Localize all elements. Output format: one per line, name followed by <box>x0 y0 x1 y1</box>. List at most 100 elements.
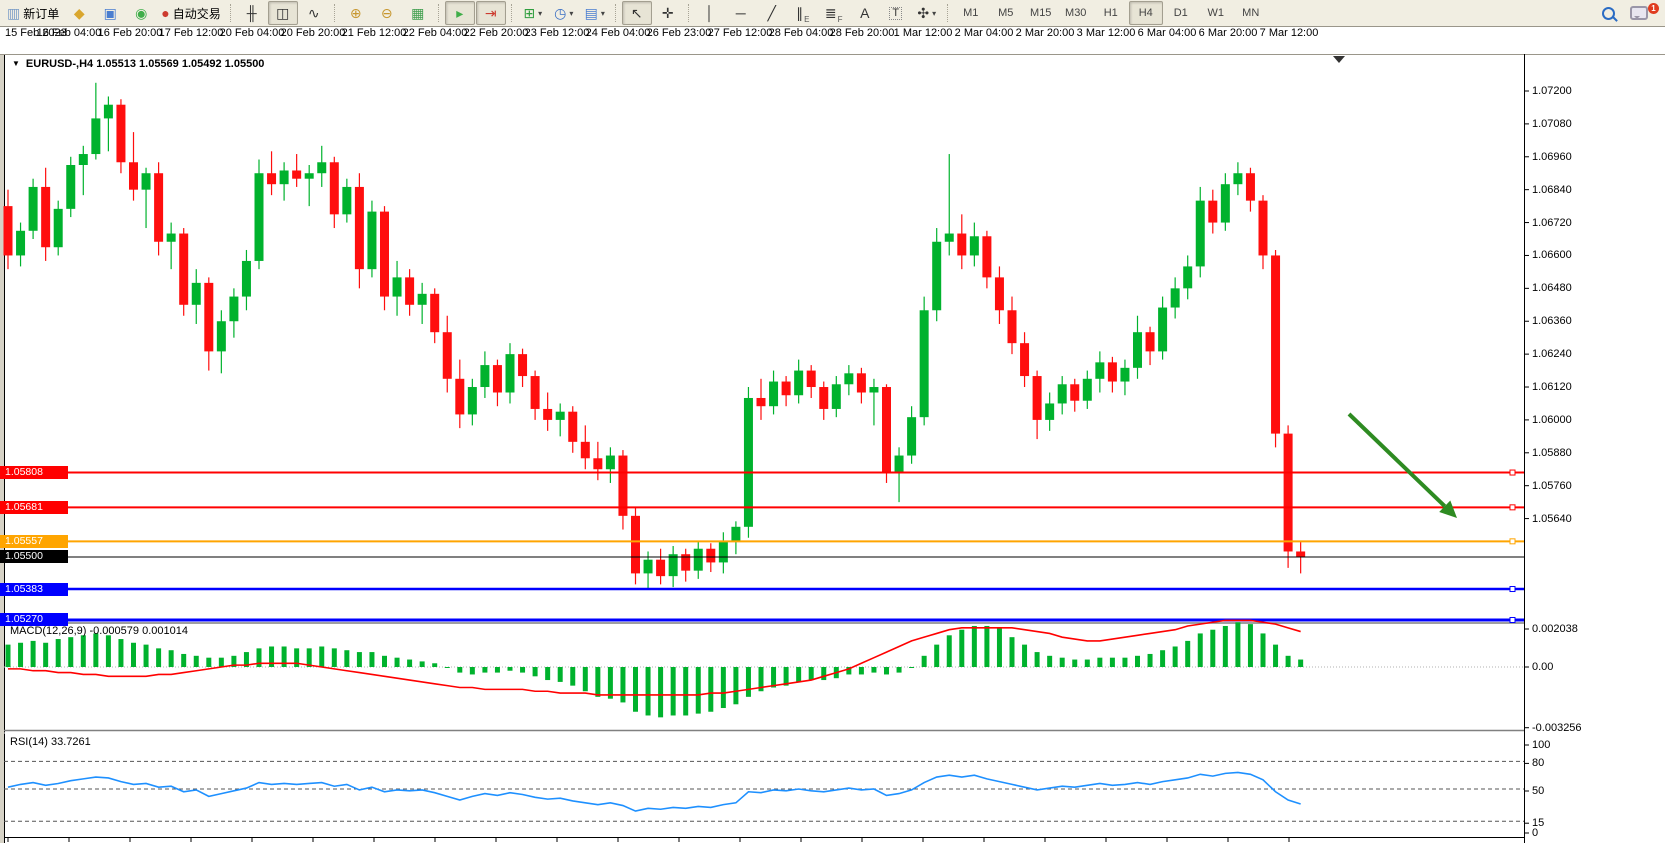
autotrading-button[interactable]: ●自动交易 <box>157 1 224 25</box>
search-button[interactable] <box>1593 1 1623 25</box>
text-icon: A <box>860 6 869 20</box>
price-axis-label: 1.06000 <box>1532 414 1572 426</box>
toolbar-separator <box>615 4 617 22</box>
time-axis-label: 22 Feb 04:00 <box>403 27 468 39</box>
time-axis-label: 24 Feb 04:00 <box>586 27 651 39</box>
autotrading-button-label: 自动交易 <box>173 5 221 22</box>
toolbar-separator <box>947 4 949 22</box>
chat-button[interactable]: 1 <box>1624 1 1654 25</box>
chart-overlay: 1.072001.070801.069601.068401.067201.066… <box>0 27 1665 843</box>
rsi-axis-label: 100 <box>1532 739 1550 751</box>
time-axis-label: 22 Feb 20:00 <box>464 27 529 39</box>
icon-sub-letter: E <box>804 15 809 24</box>
timeframe-m15-button[interactable]: M15 <box>1024 1 1058 25</box>
indicators-button[interactable]: ⊞▾ <box>518 1 548 25</box>
metaeditor-icon: ◆ <box>74 6 85 20</box>
text-button[interactable]: A <box>850 1 880 25</box>
time-axis-label: 27 Feb 12:00 <box>708 27 773 39</box>
candlestick-chart-button[interactable]: ◫ <box>268 1 298 25</box>
rsi-indicator-label: RSI(14) 33.7261 <box>10 736 91 748</box>
macd-indicator-label: MACD(12,26,9) -0.000579 0.001014 <box>10 625 188 637</box>
toolbar-separator <box>230 4 232 22</box>
chart-shift-button[interactable]: ⇥ <box>476 1 506 25</box>
rsi-axis-label: 80 <box>1532 757 1544 769</box>
price-axis-label: 1.06720 <box>1532 217 1572 229</box>
terminal-button[interactable]: ▣ <box>95 1 125 25</box>
strategy-tester-icon: ◉ <box>135 6 147 20</box>
time-axis-label: 6 Mar 20:00 <box>1199 27 1258 39</box>
templates-icon: ▤ <box>585 6 598 20</box>
time-axis-label: 21 Feb 12:00 <box>342 27 407 39</box>
cursor-button[interactable]: ↖ <box>622 1 652 25</box>
timeframe-w1-button[interactable]: W1 <box>1199 1 1233 25</box>
time-axis-label: 28 Feb 04:00 <box>769 27 834 39</box>
periods-icon: ◷ <box>554 6 566 20</box>
chart-shift-icon: ⇥ <box>485 6 497 20</box>
search-icon <box>1602 7 1615 20</box>
price-level-tag: 1.05500 <box>0 550 68 563</box>
crosshair-icon: ✛ <box>662 6 674 20</box>
toolbar-separator <box>688 4 690 22</box>
metaeditor-button[interactable]: ◆ <box>64 1 94 25</box>
new-order-button-label: 新订单 <box>23 5 59 22</box>
trendline-button[interactable]: ╱ <box>757 1 787 25</box>
line-chart-button[interactable]: ∿ <box>299 1 329 25</box>
time-axis-label: 20 Feb 20:00 <box>281 27 346 39</box>
bar-chart-button[interactable]: ╫ <box>237 1 267 25</box>
dropdown-arrow-icon: ▾ <box>932 9 936 18</box>
timeframe-m30-button[interactable]: M30 <box>1059 1 1093 25</box>
price-axis-label: 1.06840 <box>1532 184 1572 196</box>
vertical-line-button[interactable]: │ <box>695 1 725 25</box>
price-level-tag: 1.05557 <box>0 535 68 548</box>
price-axis-label: 1.06360 <box>1532 315 1572 327</box>
timeframe-m1-button[interactable]: M1 <box>954 1 988 25</box>
crosshair-button[interactable]: ✛ <box>653 1 683 25</box>
price-axis-label: 1.07080 <box>1532 118 1572 130</box>
horizontal-line-button[interactable]: ─ <box>726 1 756 25</box>
fibonacci-icon: ≣ <box>825 6 837 20</box>
zoom-out-icon: ⊖ <box>381 6 393 20</box>
rsi-axis-label: 0 <box>1532 827 1538 839</box>
mt4-window: ▥新订单◆▣◉●自动交易╫◫∿⊕⊖▦▸⇥⊞▾◷▾▤▾↖✛│─╱∥E≣FAT✣▾M… <box>0 0 1665 843</box>
timeframe-mn-button[interactable]: MN <box>1234 1 1268 25</box>
templates-button[interactable]: ▤▾ <box>580 1 610 25</box>
timeframe-h1-button[interactable]: H1 <box>1094 1 1128 25</box>
collapse-icon[interactable]: ▼ <box>12 59 20 68</box>
time-axis-label: 17 Feb 12:00 <box>159 27 224 39</box>
tile-windows-button[interactable]: ▦ <box>403 1 433 25</box>
candlestick-chart-icon: ◫ <box>276 6 289 20</box>
periods-button[interactable]: ◷▾ <box>549 1 579 25</box>
text-label-button[interactable]: T <box>881 1 911 25</box>
new-order-button[interactable]: ▥新订单 <box>3 1 63 25</box>
toolbar-separator <box>511 4 513 22</box>
zoom-in-button[interactable]: ⊕ <box>341 1 371 25</box>
new-order-icon: ▥ <box>7 6 20 20</box>
equidistant-channel-button[interactable]: ∥E <box>788 1 818 25</box>
timeframe-m5-button[interactable]: M5 <box>989 1 1023 25</box>
fibonacci-button[interactable]: ≣F <box>819 1 849 25</box>
dropdown-arrow-icon: ▾ <box>601 9 605 18</box>
text-label-icon: T <box>889 7 902 20</box>
time-axis-label: 6 Mar 04:00 <box>1138 27 1197 39</box>
line-chart-icon: ∿ <box>308 6 320 20</box>
price-axis-label: 1.06240 <box>1532 348 1572 360</box>
strategy-tester-button[interactable]: ◉ <box>126 1 156 25</box>
auto-scroll-button[interactable]: ▸ <box>445 1 475 25</box>
price-axis-label: 1.05760 <box>1532 480 1572 492</box>
rsi-axis-label: 50 <box>1532 785 1544 797</box>
icon-sub-letter: F <box>838 15 843 24</box>
arrows-button[interactable]: ✣▾ <box>912 1 942 25</box>
timeframe-h4-button[interactable]: H4 <box>1129 1 1163 25</box>
price-level-tag: 1.05383 <box>0 583 68 596</box>
time-axis-label: 7 Mar 12:00 <box>1260 27 1319 39</box>
price-axis-label: 1.06120 <box>1532 381 1572 393</box>
time-axis-label: 3 Mar 12:00 <box>1077 27 1136 39</box>
price-level-tag: 1.05681 <box>0 501 68 514</box>
time-axis-label: 1 Mar 12:00 <box>894 27 953 39</box>
zoom-out-button[interactable]: ⊖ <box>372 1 402 25</box>
time-axis-label: 16 Feb 04:00 <box>37 27 102 39</box>
toolbar: ▥新订单◆▣◉●自动交易╫◫∿⊕⊖▦▸⇥⊞▾◷▾▤▾↖✛│─╱∥E≣FAT✣▾M… <box>0 0 1665 27</box>
timeframe-d1-button[interactable]: D1 <box>1164 1 1198 25</box>
chart-window[interactable]: 1.072001.070801.069601.068401.067201.066… <box>0 27 1665 843</box>
time-axis-label: 20 Feb 04:00 <box>220 27 285 39</box>
